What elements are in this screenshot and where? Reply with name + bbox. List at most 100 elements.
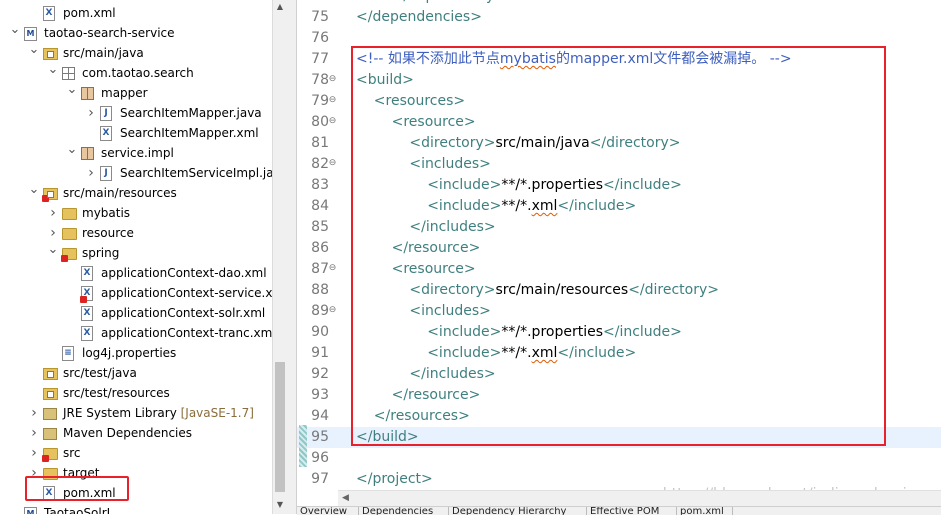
tree-item-label: log4j.properties xyxy=(82,346,177,360)
code-line[interactable]: 96 xyxy=(297,448,941,469)
xml-file-icon: X xyxy=(81,326,93,341)
tree-item[interactable]: XapplicationContext-dao.xml xyxy=(0,263,272,283)
package-icon xyxy=(81,147,94,160)
tree-item[interactable]: › J SearchItemServiceImpl.java xyxy=(0,163,272,183)
tree-item-label: src/test/resources xyxy=(63,386,170,400)
code-token: </dependencies> xyxy=(356,9,482,25)
tree-item-label: pom.xml xyxy=(63,6,116,20)
tree-item-label: applicationContext-dao.xml xyxy=(101,266,267,280)
xml-file-icon: X xyxy=(81,266,93,281)
line-number: 93 xyxy=(311,387,329,403)
fold-toggle-icon[interactable]: ⊖ xyxy=(328,112,337,131)
tree-item-label: service.impl xyxy=(101,146,174,160)
tree-item[interactable]: ⌄ src/main/resources xyxy=(0,183,272,203)
line-number: 77 xyxy=(311,51,329,67)
tree-item[interactable]: M TaotaoSolrJ xyxy=(0,503,272,514)
expand-chevron-icon[interactable]: ⌄ xyxy=(66,143,78,163)
expand-chevron-icon[interactable]: ⌄ xyxy=(28,183,40,203)
source-folder-icon xyxy=(43,48,58,60)
scrollbar-thumb[interactable] xyxy=(275,362,285,492)
java-file-icon: J xyxy=(100,166,112,181)
tree-item[interactable]: ⌄ service.impl xyxy=(0,143,272,163)
library-icon xyxy=(43,408,57,420)
expand-chevron-icon[interactable]: ⌄ xyxy=(28,43,40,63)
code-line[interactable]: 74 </dependency> xyxy=(297,0,941,7)
explorer-vertical-scrollbar[interactable]: ▲ ▼ xyxy=(272,0,287,514)
xml-file-error-icon: X xyxy=(80,286,93,303)
tree-item[interactable]: ⌄ src/main/java xyxy=(0,43,272,63)
scroll-down-icon[interactable]: ▼ xyxy=(276,500,284,510)
fold-toggle-icon[interactable]: ⊖ xyxy=(328,91,337,110)
expand-chevron-icon[interactable]: ⌄ xyxy=(66,83,78,103)
fold-toggle-icon[interactable]: ⊖ xyxy=(328,154,337,173)
project-explorer: Xpom.xml ⌄ Mtaotao-search-service ⌄ src/main… xyxy=(0,0,272,514)
package-icon xyxy=(62,67,75,80)
tree-item[interactable]: › J SearchItemMapper.java xyxy=(0,103,272,123)
tree-item-label: spring xyxy=(82,246,120,260)
line-number: 84 xyxy=(311,198,329,214)
tree-item-label: taotao-search-service xyxy=(44,26,175,40)
tree-item[interactable]: ⌄ com.taotao.search xyxy=(0,63,272,83)
tree-item[interactable]: X SearchItemMapper.xml xyxy=(0,123,272,143)
tree-item[interactable]: › mybatis xyxy=(0,203,272,223)
fold-toggle-icon[interactable]: ⊖ xyxy=(328,259,337,278)
tree-item[interactable]: ⌄ mapper xyxy=(0,83,272,103)
tree-item-label: SearchItemMapper.java xyxy=(120,106,262,120)
xml-file-icon: X xyxy=(43,6,55,21)
package-icon xyxy=(81,87,94,100)
code-token: </project> xyxy=(356,471,433,487)
code-text: </dependency> xyxy=(356,0,506,7)
xml-file-icon: X xyxy=(100,126,112,141)
maven-project-icon: M xyxy=(24,27,37,41)
tree-item-label: src/test/java xyxy=(63,366,137,380)
code-line[interactable]: 75 </dependencies> xyxy=(297,7,941,28)
scroll-up-icon[interactable]: ▲ xyxy=(276,2,284,12)
expand-chevron-icon[interactable]: ⌄ xyxy=(9,23,21,43)
tree-item[interactable]: src/test/resources xyxy=(0,383,272,403)
expand-chevron-icon[interactable]: ⌄ xyxy=(47,63,59,83)
tree-item[interactable]: › resource xyxy=(0,223,272,243)
fold-toggle-icon[interactable]: ⊖ xyxy=(328,70,337,89)
tree-item[interactable]: ⌄ spring xyxy=(0,243,272,263)
fold-toggle-icon[interactable]: ⊖ xyxy=(328,301,337,320)
collapse-chevron-icon[interactable]: › xyxy=(28,403,40,423)
line-number: 82 xyxy=(311,156,329,172)
tree-item[interactable]: ⌄ Mtaotao-search-service xyxy=(0,23,272,43)
collapse-chevron-icon[interactable]: › xyxy=(28,443,40,463)
collapse-chevron-icon[interactable]: › xyxy=(47,203,59,223)
line-number: 78 xyxy=(311,72,329,88)
collapse-chevron-icon[interactable]: › xyxy=(28,423,40,443)
line-number: 74 xyxy=(297,0,329,7)
tree-item[interactable]: XapplicationContext-solr.xml xyxy=(0,303,272,323)
code-token: </dependency> xyxy=(356,0,506,4)
tree-item[interactable]: ≡ log4j.properties xyxy=(0,343,272,363)
scroll-left-icon[interactable]: ◀ xyxy=(342,493,349,503)
tree-item[interactable]: XapplicationContext-tranc.xml xyxy=(0,323,272,343)
expand-chevron-icon[interactable]: ⌄ xyxy=(47,243,59,263)
collapse-chevron-icon[interactable]: › xyxy=(47,223,59,243)
tree-item-label: JRE System Library [JavaSE-1.7] xyxy=(63,406,254,420)
tree-item[interactable]: › JRE System Library [JavaSE-1.7] xyxy=(0,403,272,423)
line-number: 76 xyxy=(311,30,329,46)
tree-item[interactable]: › Maven Dependencies xyxy=(0,423,272,443)
tree-item-label: mapper xyxy=(101,86,148,100)
line-number: 88 xyxy=(311,282,329,298)
tree-item[interactable]: Xpom.xml xyxy=(0,3,272,23)
collapse-chevron-icon[interactable]: › xyxy=(85,163,97,183)
code-text: </dependencies> xyxy=(356,7,482,28)
properties-file-icon: ≡ xyxy=(62,346,74,361)
library-icon xyxy=(43,428,57,440)
tree-item[interactable]: src/test/java xyxy=(0,363,272,383)
collapse-chevron-icon[interactable]: › xyxy=(85,103,97,123)
java-file-icon: J xyxy=(100,106,112,121)
editor-horizontal-scrollbar[interactable]: ◀ xyxy=(338,490,941,507)
change-marker xyxy=(299,425,307,467)
tree-item[interactable]: › src xyxy=(0,443,272,463)
tree-item[interactable]: XapplicationContext-service.xml xyxy=(0,283,272,303)
